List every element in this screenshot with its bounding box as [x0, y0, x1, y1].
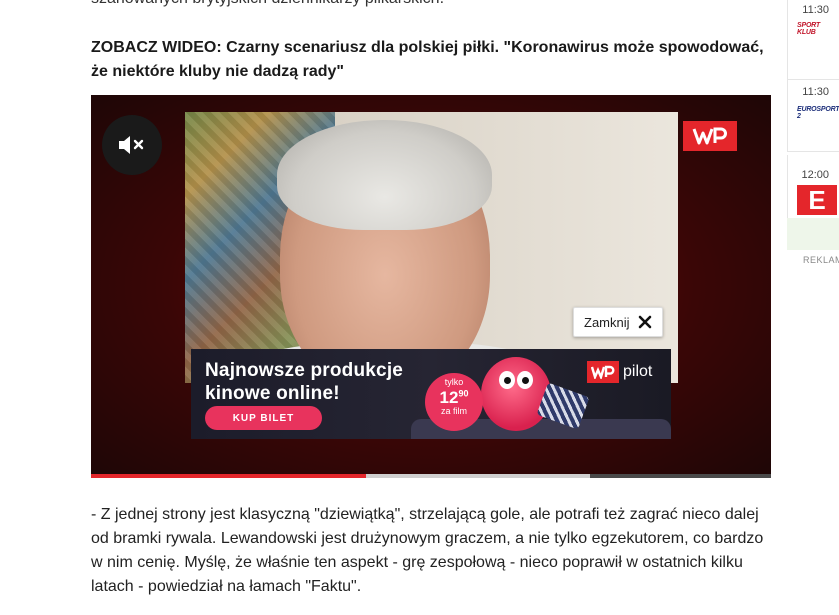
wp-logo-icon: [692, 127, 727, 145]
wp-pilot-logo: pilot: [587, 361, 652, 383]
schedule-item[interactable]: 12:00 E: [787, 155, 839, 218]
close-ad-button[interactable]: Zamknij: [573, 307, 663, 337]
schedule-time: 11:30: [802, 86, 829, 98]
price-suffix: za film: [440, 406, 467, 416]
ad-mascot: [481, 357, 551, 431]
video-progress-bar[interactable]: [91, 474, 771, 478]
close-ad-label: Zamknij: [584, 314, 630, 330]
progress-played: [91, 474, 366, 478]
ad-title-line2: kinowe online!: [205, 383, 340, 404]
channel-logo-sportklub: SPORT KLUB: [797, 22, 820, 36]
price-badge: tylko 1290 za film: [425, 373, 483, 431]
wp-logo: [683, 121, 737, 151]
schedule-item[interactable]: 11:30 EUROSPORT 2: [787, 72, 839, 152]
wp-pilot-text: pilot: [623, 363, 653, 380]
tv-schedule-sidebar: 11:30 SPORT KLUB 11:30 EUROSPORT 2 12:00…: [787, 0, 839, 615]
sidebar-ad-strip: [787, 218, 839, 250]
video-player[interactable]: Zamknij Najnowsze produkcje kinowe onlin…: [91, 95, 771, 478]
ad-title-line1: Najnowsze produkcje: [205, 360, 404, 381]
progress-buffered: [366, 474, 590, 478]
price-main: 12: [439, 388, 459, 407]
wp-mark-icon: [591, 365, 615, 379]
ad-label: REKLAM: [803, 255, 839, 265]
person-hair: [277, 120, 492, 230]
schedule-time: 11:30: [802, 4, 829, 16]
schedule-time: 12:00: [801, 169, 829, 181]
schedule-item[interactable]: 11:30 SPORT KLUB: [787, 0, 839, 80]
article-previous-line: szanowanych brytyjskich dziennikarzy pił…: [91, 0, 771, 8]
channel-logo-eleven: E: [797, 185, 837, 215]
article-paragraph: - Z jednej strony jest klasyczną "dziewi…: [91, 506, 764, 595]
video-headline: ZOBACZ WIDEO: Czarny scenariusz dla pols…: [91, 39, 764, 80]
wp-pilot-mark: [587, 361, 619, 383]
ad-title: Najnowsze produkcje kinowe online!: [205, 359, 403, 405]
price-amount: 1290: [425, 389, 483, 406]
buy-ticket-button[interactable]: KUP BILET: [205, 406, 322, 430]
mascot-eye-right: [517, 371, 533, 389]
video-frame[interactable]: [185, 112, 678, 383]
close-icon: [638, 315, 651, 329]
channel-logo-eurosport2: EUROSPORT 2: [797, 106, 839, 120]
mascot-eye-left: [499, 371, 515, 389]
mute-button[interactable]: [102, 115, 162, 175]
mute-icon: [119, 136, 144, 154]
ad-banner[interactable]: Najnowsze produkcje kinowe online! KUP B…: [191, 349, 671, 439]
price-prefix: tylko: [444, 377, 464, 387]
price-cents: 90: [458, 388, 469, 399]
